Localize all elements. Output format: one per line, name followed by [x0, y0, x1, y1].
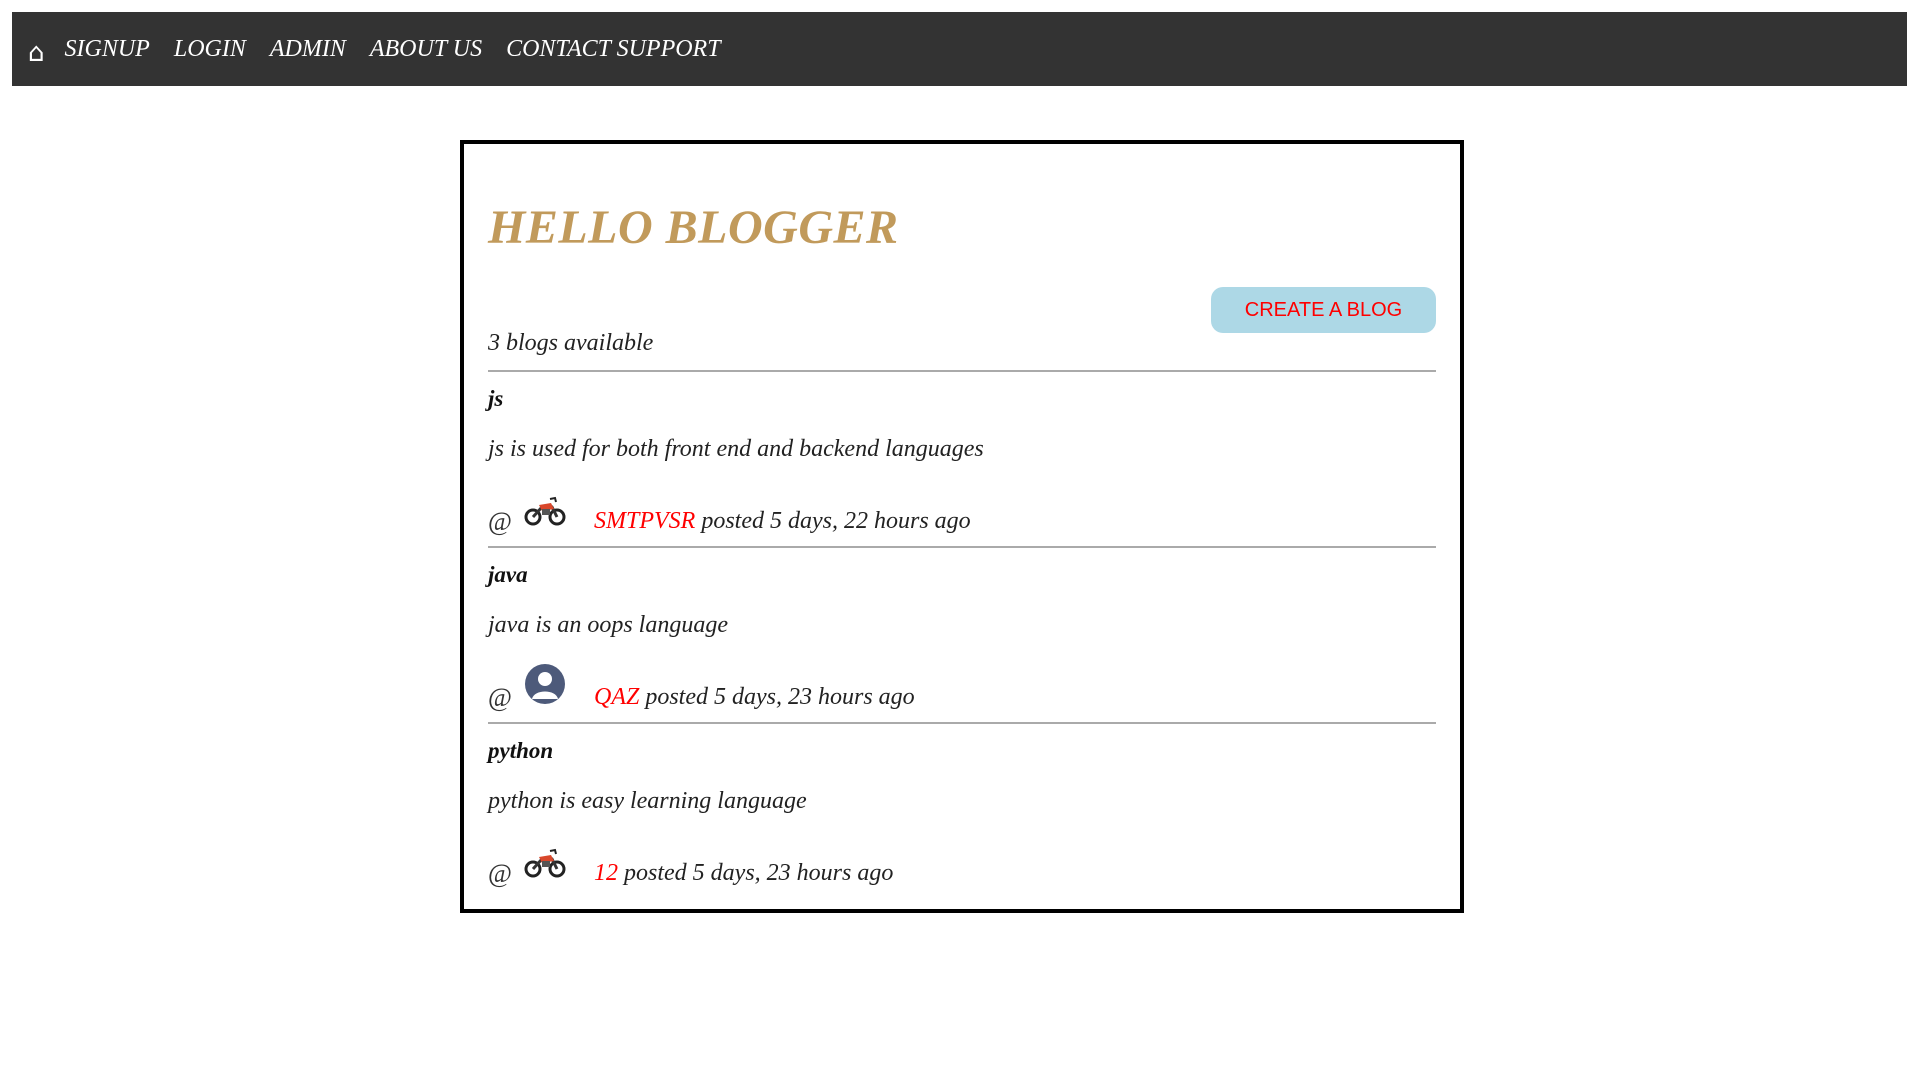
- at-symbol: @: [488, 859, 512, 888]
- author-link[interactable]: SMTPVSR: [594, 508, 695, 534]
- nav-contact-support-link[interactable]: CONTACT SUPPORT: [506, 36, 721, 63]
- posted-time: posted 5 days, 23 hours ago: [639, 684, 915, 710]
- post-title[interactable]: java: [488, 562, 528, 588]
- post-meta-text: 12 posted 5 days, 23 hours ago: [594, 860, 893, 887]
- list-item: java java is an oops language @ QAZ post…: [488, 546, 1436, 722]
- post-meta: @ 12 posted 5 days, 23 hours ago: [488, 839, 1436, 889]
- posted-time: posted 5 days, 22 hours ago: [695, 508, 971, 534]
- post-body: js is used for both front end and backen…: [488, 436, 984, 462]
- at-symbol: @: [488, 683, 512, 712]
- top-navbar: ⌂ SIGNUP LOGIN ADMIN ABOUT US CONTACT SU…: [12, 12, 1907, 86]
- post-list: js js is used for both front end and bac…: [488, 370, 1436, 898]
- motorcycle-avatar-icon: [524, 848, 566, 878]
- page-title: HELLO BLOGGER: [488, 201, 899, 254]
- posted-time: posted 5 days, 23 hours ago: [618, 860, 894, 886]
- nav-login-link[interactable]: LOGIN: [174, 36, 246, 63]
- create-blog-button[interactable]: CREATE A BLOG: [1211, 287, 1436, 333]
- post-title[interactable]: python: [488, 738, 553, 764]
- nav-admin-link[interactable]: ADMIN: [270, 36, 346, 63]
- post-meta: @ QAZ posted 5 days, 23 hours ago: [488, 663, 1436, 713]
- author-link[interactable]: QAZ: [594, 684, 639, 710]
- home-icon[interactable]: ⌂: [28, 40, 45, 66]
- list-item: js js is used for both front end and bac…: [488, 370, 1436, 546]
- post-title[interactable]: js: [488, 386, 503, 412]
- blog-card: HELLO BLOGGER CREATE A BLOG 3 blogs avai…: [460, 140, 1464, 913]
- motorcycle-avatar-icon: [524, 496, 566, 526]
- post-meta-text: SMTPVSR posted 5 days, 22 hours ago: [594, 508, 971, 535]
- blog-count-text: 3 blogs available: [488, 330, 654, 356]
- post-body: java is an oops language: [488, 612, 728, 638]
- nav-about-us-link[interactable]: ABOUT US: [370, 36, 482, 63]
- post-body: python is easy learning language: [488, 788, 807, 814]
- nav-signup-link[interactable]: SIGNUP: [65, 36, 150, 63]
- default-user-avatar-icon: [525, 664, 565, 704]
- list-item: python python is easy learning language …: [488, 722, 1436, 898]
- author-link[interactable]: 12: [594, 860, 618, 886]
- at-symbol: @: [488, 507, 512, 536]
- post-meta: @ SMTPVSR posted 5 days, 22 hours ago: [488, 487, 1436, 537]
- post-meta-text: QAZ posted 5 days, 23 hours ago: [594, 684, 915, 711]
